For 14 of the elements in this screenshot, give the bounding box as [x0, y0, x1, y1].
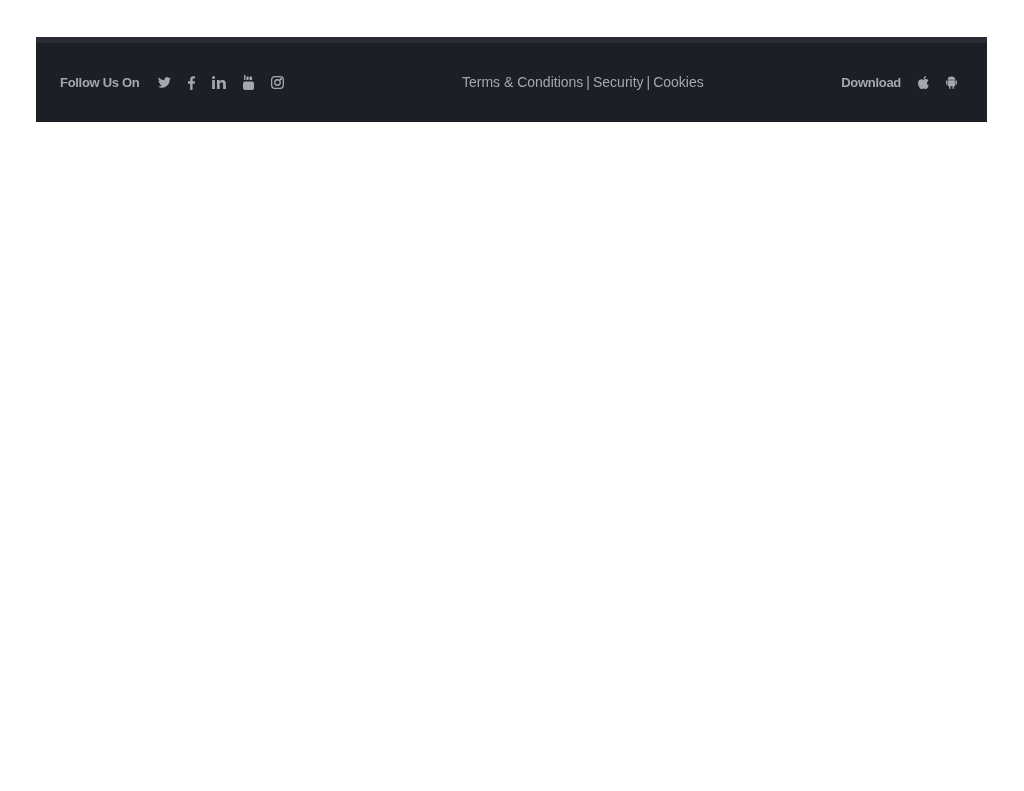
facebook-f-icon[interactable]	[188, 75, 196, 90]
android-icon[interactable]	[946, 76, 957, 89]
twitter-bird-icon[interactable]	[158, 77, 172, 88]
footer-link[interactable]: Security	[592, 72, 644, 93]
download-label: Download	[841, 73, 901, 92]
instagram-icon[interactable]	[271, 76, 285, 89]
youtube-icon[interactable]	[243, 75, 255, 90]
footer-link[interactable]: Terms & Conditions	[461, 72, 584, 93]
apple-icon[interactable]	[918, 76, 929, 89]
separator: |	[646, 73, 651, 92]
follow-label: Follow Us On	[60, 73, 140, 92]
linkedin-icon[interactable]	[212, 76, 227, 89]
footer-link[interactable]: Cookies	[653, 72, 704, 93]
separator: |	[586, 73, 590, 92]
